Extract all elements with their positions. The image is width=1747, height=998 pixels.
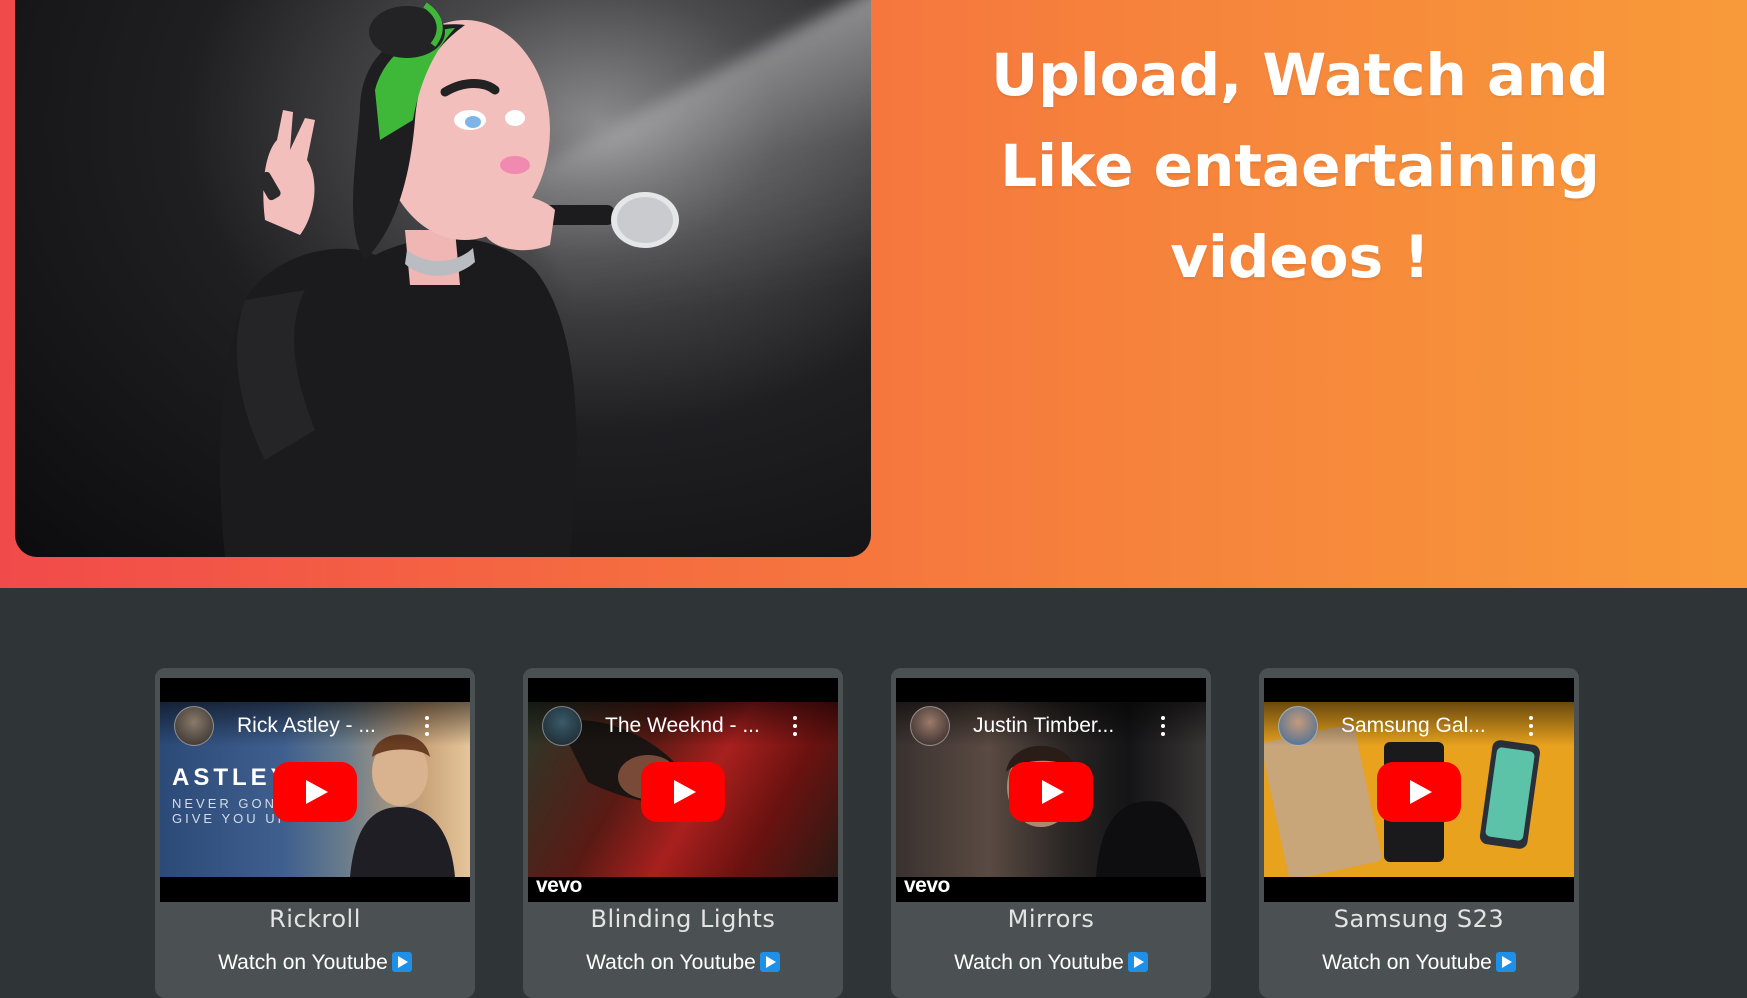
video-embed-player[interactable]: ASTLEY NEVER GONNA GIVE YOU UP Rick Astl… [160,678,470,902]
video-title[interactable]: Justin Timber... [973,714,1153,738]
play-button-icon[interactable] [1377,762,1461,822]
video-embed-player[interactable]: vevo The Weeknd - ... [528,678,838,902]
video-card-title: Rickroll [269,905,361,933]
video-card-title: Blinding Lights [590,905,776,933]
hero-headline-line: videos ! [1170,223,1430,291]
watch-on-youtube-link[interactable]: Watch on Youtube [155,951,475,975]
watch-on-youtube-link[interactable]: Watch on Youtube [523,951,843,975]
watch-on-youtube-link[interactable]: Watch on Youtube [1259,951,1579,975]
play-button-icon[interactable] [273,762,357,822]
more-options-icon[interactable] [1528,716,1534,738]
external-video-icon [1495,952,1516,972]
external-video-icon [391,952,412,972]
vevo-logo: vevo [904,874,950,897]
channel-avatar[interactable] [174,706,214,746]
video-title[interactable]: Rick Astley - ... [237,714,417,738]
external-video-icon [1127,952,1148,972]
more-options-icon[interactable] [1160,716,1166,738]
singer-character-illustration [220,2,679,557]
play-button-icon[interactable] [1009,762,1093,822]
video-embed-player[interactable]: vevo Justin Timber... [896,678,1206,902]
hero-headline-line: Like entaertaining [1000,132,1600,200]
video-card: vevo Justin Timber... Mirrors Watch on Y… [891,668,1211,998]
hero-banner: Upload, Watch and Like entaertaining vid… [0,0,1747,588]
hero-headline-line: Upload, Watch and [991,41,1609,109]
channel-avatar[interactable] [1278,706,1318,746]
channel-avatar[interactable] [910,706,950,746]
more-options-icon[interactable] [424,716,430,738]
video-title[interactable]: The Weeknd - ... [605,714,785,738]
hero-illustration [15,0,871,557]
watch-link-label: Watch on Youtube [218,951,388,974]
external-video-icon [759,952,780,972]
vevo-logo: vevo [536,874,582,897]
play-button-icon[interactable] [641,762,725,822]
video-card: ASTLEY NEVER GONNA GIVE YOU UP Rick Astl… [155,668,475,998]
watch-on-youtube-link[interactable]: Watch on Youtube [891,951,1211,975]
channel-avatar[interactable] [542,706,582,746]
video-card: Samsung Gal... Samsung S23 Watch on Yout… [1259,668,1579,998]
video-title[interactable]: Samsung Gal... [1341,714,1521,738]
hero-headline: Upload, Watch and Like entaertaining vid… [960,30,1640,303]
watch-link-label: Watch on Youtube [1322,951,1492,974]
watch-link-label: Watch on Youtube [954,951,1124,974]
video-card-title: Samsung S23 [1333,905,1505,933]
more-options-icon[interactable] [792,716,798,738]
video-card-title: Mirrors [1007,905,1095,933]
video-embed-player[interactable]: Samsung Gal... [1264,678,1574,902]
video-card: vevo The Weeknd - ... Blinding Lights Wa… [523,668,843,998]
video-gallery: ASTLEY NEVER GONNA GIVE YOU UP Rick Astl… [0,668,1747,998]
watch-link-label: Watch on Youtube [586,951,756,974]
